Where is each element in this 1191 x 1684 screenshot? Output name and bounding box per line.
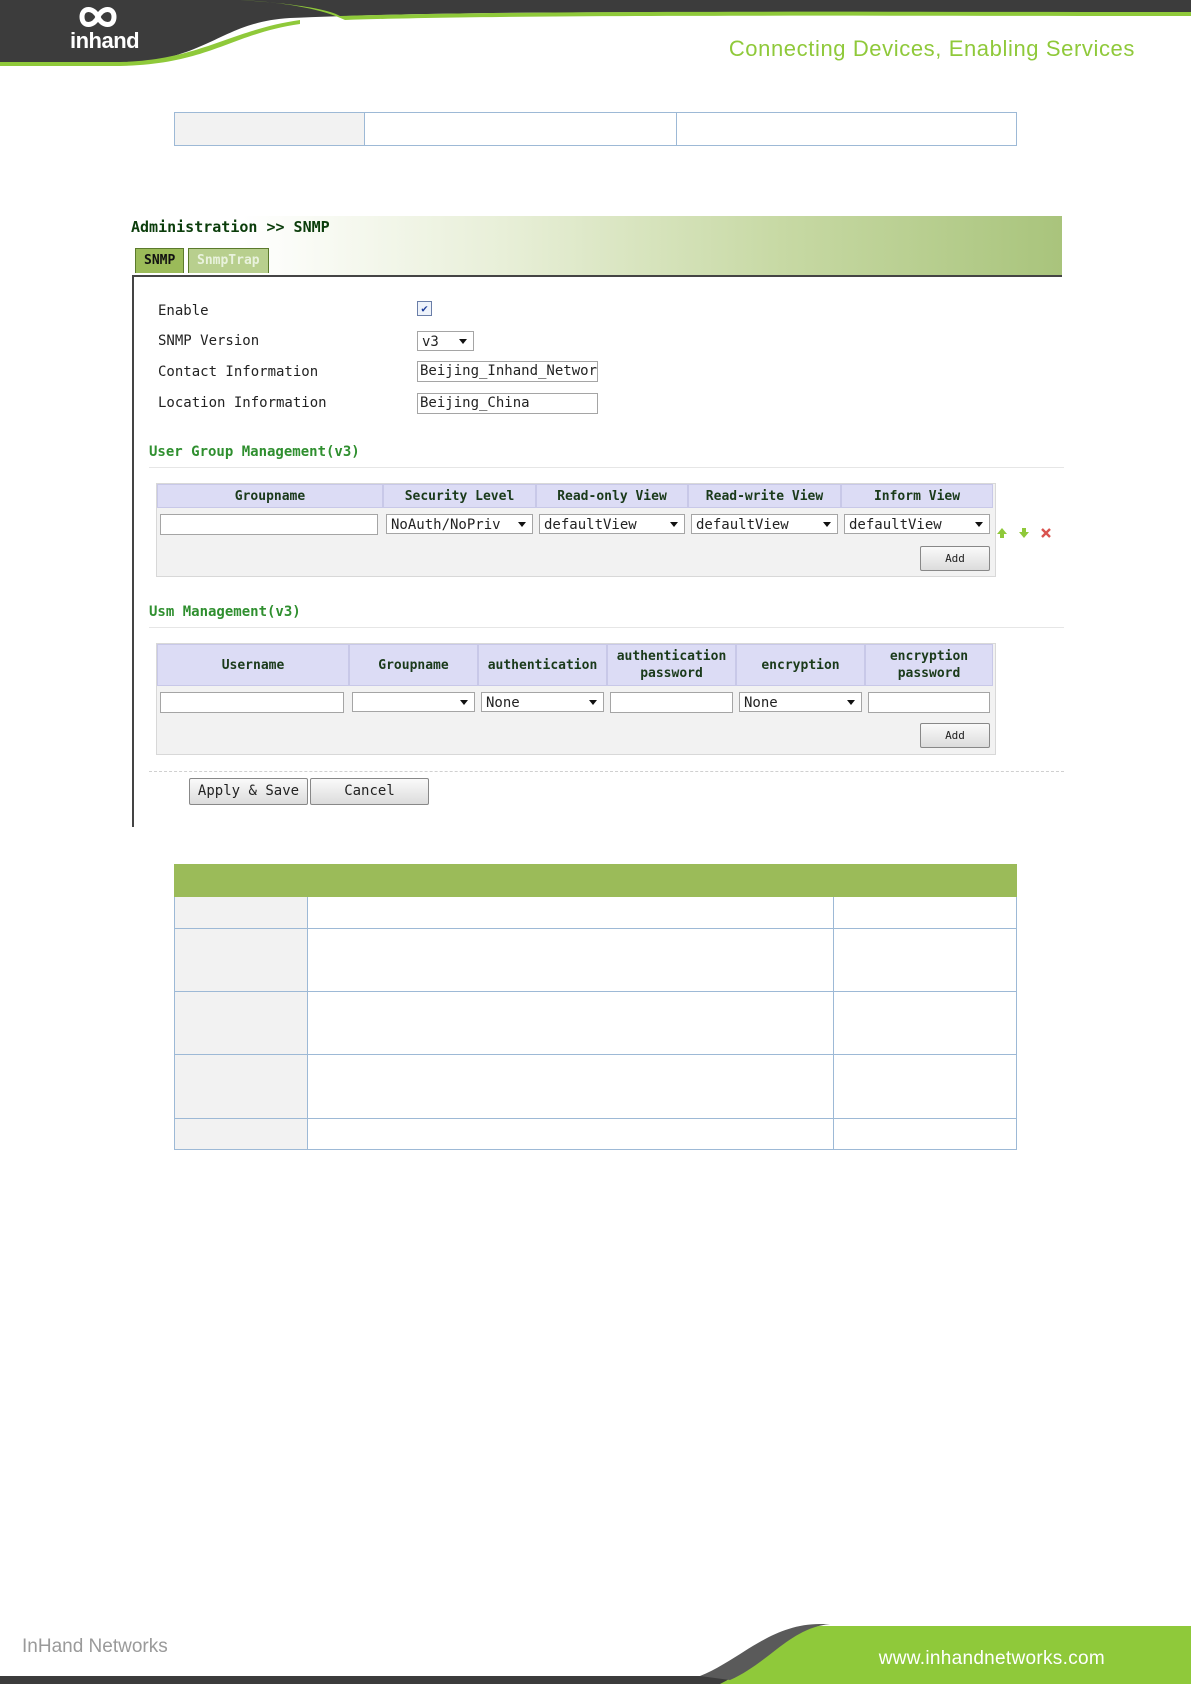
col-groupname: Groupname <box>349 644 478 686</box>
table-header-cell <box>174 864 308 897</box>
col-encryption-password: encryption password <box>865 644 993 686</box>
location-label: Location Information <box>158 395 327 411</box>
divider <box>149 627 1064 628</box>
table-cell <box>307 991 834 1055</box>
col-authentication-password: authentication password <box>607 644 736 686</box>
col-security-level: Security Level <box>383 484 536 508</box>
encryption-select[interactable]: None <box>739 692 862 712</box>
table-cell <box>833 991 1017 1055</box>
snmp-version-value: v3 <box>422 334 439 350</box>
location-input[interactable]: Beijing_China <box>417 393 598 414</box>
tab-snmptrap[interactable]: SnmpTrap <box>188 248 269 273</box>
user-group-grid: Groupname Security Level Read-only View … <box>156 483 996 577</box>
authentication-password-input[interactable] <box>610 692 733 713</box>
table-cell <box>174 112 365 146</box>
username-input[interactable] <box>160 692 344 713</box>
table-cell <box>833 896 1017 929</box>
logo-knot-icon <box>79 7 117 27</box>
col-read-only-view: Read-only View <box>536 484 688 508</box>
chevron-down-icon <box>670 522 678 527</box>
header-slogan: Connecting Devices, Enabling Services <box>728 36 1135 61</box>
read-only-view-value: defaultView <box>544 517 637 533</box>
doc-table-bottom <box>174 864 1017 1150</box>
move-up-icon[interactable] <box>996 527 1008 539</box>
table-header-cell <box>307 864 834 897</box>
usm-add-button[interactable]: Add <box>920 723 990 748</box>
doc-table-top <box>174 112 1017 146</box>
table-cell <box>174 896 308 929</box>
groupname-input[interactable] <box>160 514 378 535</box>
table-cell <box>833 1054 1017 1119</box>
col-authentication: authentication <box>478 644 607 686</box>
usm-grid: Username Groupname authentication authen… <box>156 643 996 755</box>
col-groupname: Groupname <box>157 484 383 508</box>
authentication-select[interactable]: None <box>481 692 604 712</box>
usm-groupname-select[interactable] <box>352 692 475 712</box>
col-inform-view: Inform View <box>841 484 993 508</box>
move-down-icon[interactable] <box>1018 527 1030 539</box>
page-header: inhand Connecting Devices, Enabling Serv… <box>0 0 1191 70</box>
table-cell <box>676 112 1017 146</box>
read-write-view-value: defaultView <box>696 517 789 533</box>
chevron-down-icon <box>975 522 983 527</box>
chevron-down-icon <box>460 700 468 705</box>
security-level-select[interactable]: NoAuth/NoPriv <box>386 514 533 534</box>
authentication-value: None <box>486 695 520 711</box>
user-group-title: User Group Management(v3) <box>149 444 360 460</box>
delete-icon[interactable] <box>1040 527 1052 539</box>
encryption-password-input[interactable] <box>868 692 990 713</box>
table-cell <box>307 1054 834 1119</box>
inform-view-select[interactable]: defaultView <box>844 514 990 534</box>
footer-website[interactable]: www.inhandnetworks.com <box>879 1648 1105 1670</box>
page-footer: InHand Networks www.inhandnetworks.com <box>0 1624 1191 1684</box>
snmp-config-panel: Administration >> SNMP SNMP SnmpTrap Ena… <box>130 216 1064 827</box>
table-header-cell <box>833 864 1017 897</box>
table-cell <box>307 1118 834 1150</box>
table-cell <box>307 928 834 992</box>
tab-snmp[interactable]: SNMP <box>135 248 185 273</box>
read-write-view-select[interactable]: defaultView <box>691 514 838 534</box>
breadcrumb: Administration >> SNMP <box>131 218 330 236</box>
table-cell <box>174 991 308 1055</box>
cancel-button[interactable]: Cancel <box>310 778 429 805</box>
logo-wordmark: inhand <box>70 28 140 53</box>
content-frame: Enable ✔ SNMP Version v3 Contact Informa… <box>132 275 1064 827</box>
table-cell <box>307 896 834 929</box>
contact-input[interactable]: Beijing_Inhand_Networ <box>417 361 598 382</box>
snmp-version-label: SNMP Version <box>158 333 260 349</box>
footer-company: InHand Networks <box>22 1636 168 1657</box>
encryption-value: None <box>744 695 778 711</box>
enable-checkbox[interactable]: ✔ <box>417 301 432 316</box>
table-cell <box>174 1054 308 1119</box>
chevron-down-icon <box>518 522 526 527</box>
divider <box>149 771 1064 772</box>
inform-view-value: defaultView <box>849 517 942 533</box>
table-cell <box>174 1118 308 1150</box>
user-group-add-button[interactable]: Add <box>920 546 990 571</box>
chevron-down-icon <box>459 339 467 344</box>
table-cell <box>833 928 1017 992</box>
inhand-logo: inhand <box>68 4 140 54</box>
apply-save-button[interactable]: Apply & Save <box>189 778 308 805</box>
chevron-down-icon <box>823 522 831 527</box>
contact-label: Contact Information <box>158 364 319 380</box>
col-encryption: encryption <box>736 644 865 686</box>
table-cell <box>364 112 677 146</box>
chevron-down-icon <box>847 700 855 705</box>
table-cell <box>174 928 308 992</box>
enable-label: Enable <box>158 303 209 319</box>
snmp-version-select[interactable]: v3 <box>417 331 474 351</box>
col-username: Username <box>157 644 349 686</box>
chevron-down-icon <box>589 700 597 705</box>
divider <box>149 467 1064 468</box>
col-read-write-view: Read-write View <box>688 484 841 508</box>
read-only-view-select[interactable]: defaultView <box>539 514 685 534</box>
table-cell <box>833 1118 1017 1150</box>
security-level-value: NoAuth/NoPriv <box>391 517 501 533</box>
usm-title: Usm Management(v3) <box>149 604 301 620</box>
